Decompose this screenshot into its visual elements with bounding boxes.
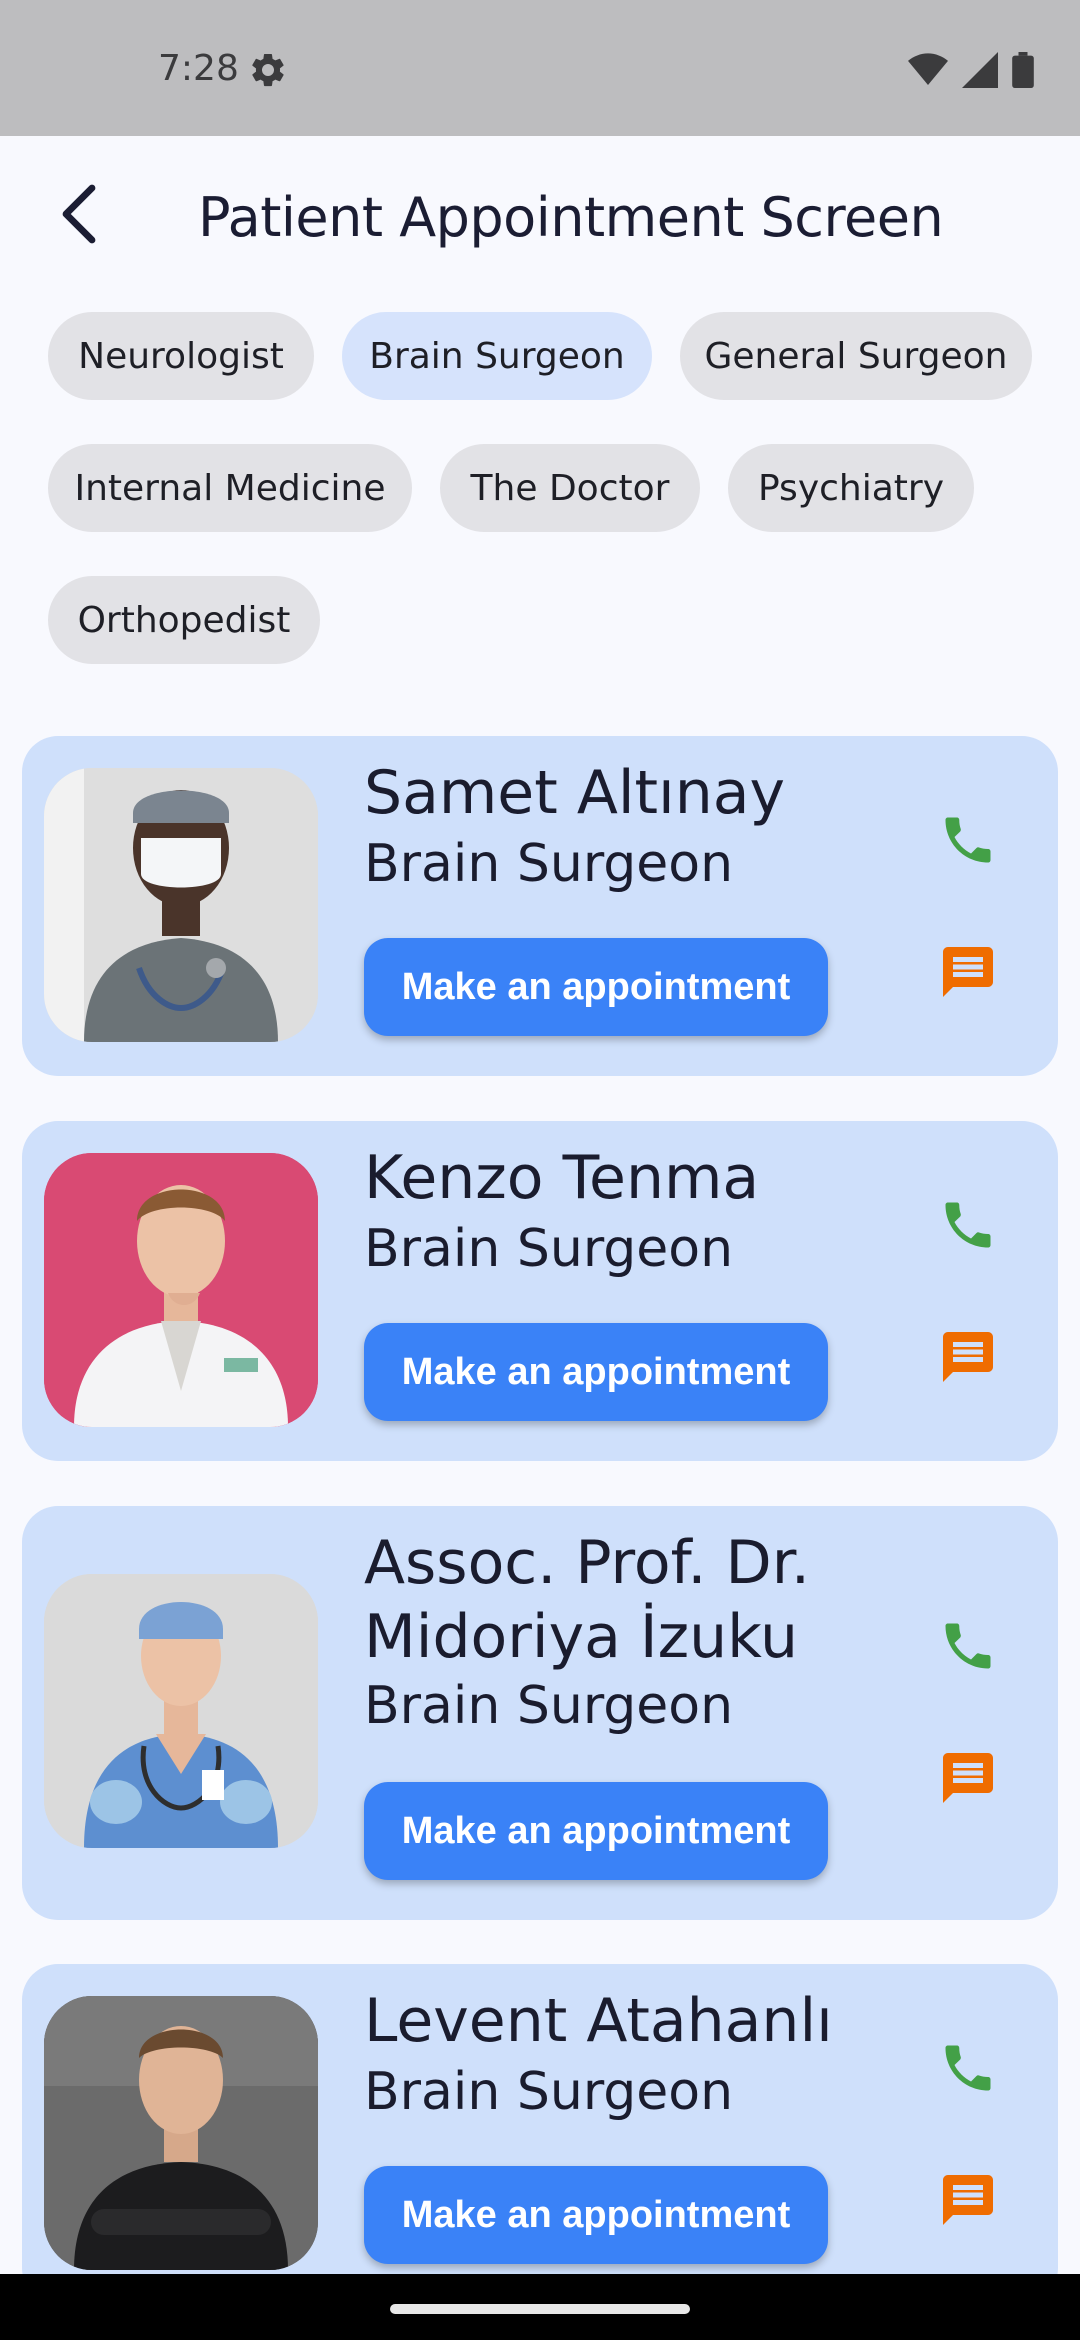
chip-psychiatry[interactable]: Psychiatry bbox=[728, 444, 974, 532]
status-bar: 7:28 bbox=[0, 0, 1080, 136]
doctor-specialty: Brain Surgeon bbox=[364, 1219, 734, 1279]
call-button[interactable] bbox=[928, 1608, 1008, 1688]
doctor-card: Levent Atahanlı Brain Surgeon Make an ap… bbox=[22, 1964, 1058, 2304]
app-bar: Patient Appointment Screen bbox=[0, 136, 1080, 296]
navigation-bar bbox=[0, 2274, 1080, 2340]
chip-the-doctor[interactable]: The Doctor bbox=[440, 444, 700, 532]
chip-internal-medicine[interactable]: Internal Medicine bbox=[48, 444, 412, 532]
message-button[interactable] bbox=[928, 1319, 1008, 1399]
message-icon bbox=[938, 1327, 998, 1392]
doctor-specialty: Brain Surgeon bbox=[364, 1676, 734, 1736]
message-icon bbox=[938, 1748, 998, 1813]
call-button[interactable] bbox=[928, 1187, 1008, 1267]
message-button[interactable] bbox=[928, 934, 1008, 1014]
page-title: Patient Appointment Screen bbox=[198, 186, 944, 249]
doctor-card: Assoc. Prof. Dr. Midoriya İzuku Brain Su… bbox=[22, 1506, 1058, 1920]
home-gesture-handle[interactable] bbox=[390, 2304, 690, 2314]
doctor-name: Kenzo Tenma bbox=[364, 1143, 760, 1213]
doctor-name: Samet Altınay bbox=[364, 758, 786, 828]
chip-neurologist[interactable]: Neurologist bbox=[48, 312, 314, 400]
chip-orthopedist[interactable]: Orthopedist bbox=[48, 576, 320, 664]
make-appointment-button[interactable]: Make an appointment bbox=[364, 2166, 828, 2264]
phone-icon bbox=[938, 1195, 998, 1260]
doctor-photo bbox=[44, 1153, 318, 1427]
arrow-back-icon bbox=[56, 184, 104, 249]
chip-general-surgeon[interactable]: General Surgeon bbox=[680, 312, 1032, 400]
status-icons bbox=[908, 52, 1034, 93]
make-appointment-button[interactable]: Make an appointment bbox=[364, 1323, 828, 1421]
message-button[interactable] bbox=[928, 1740, 1008, 1820]
doctor-photo bbox=[44, 1996, 318, 2270]
doctor-name: Levent Atahanlı bbox=[364, 1986, 833, 2056]
doctor-photo bbox=[44, 768, 318, 1042]
doctor-name: Assoc. Prof. Dr. Midoriya İzuku bbox=[364, 1528, 810, 1672]
phone-icon bbox=[938, 810, 998, 875]
chip-brain-surgeon[interactable]: Brain Surgeon bbox=[342, 312, 652, 400]
call-button[interactable] bbox=[928, 802, 1008, 882]
doctor-specialty: Brain Surgeon bbox=[364, 2062, 734, 2122]
make-appointment-button[interactable]: Make an appointment bbox=[364, 1782, 828, 1880]
settings-gear-icon bbox=[248, 50, 288, 90]
signal-icon bbox=[962, 52, 998, 93]
phone-icon bbox=[938, 2038, 998, 2103]
call-button[interactable] bbox=[928, 2030, 1008, 2110]
doctor-card: Samet Altınay Brain Surgeon Make an appo… bbox=[22, 736, 1058, 1076]
back-button[interactable] bbox=[40, 176, 120, 256]
doctor-card: Kenzo Tenma Brain Surgeon Make an appoin… bbox=[22, 1121, 1058, 1461]
status-time: 7:28 bbox=[158, 48, 239, 89]
message-button[interactable] bbox=[928, 2162, 1008, 2242]
doctor-specialty: Brain Surgeon bbox=[364, 834, 734, 894]
phone-icon bbox=[938, 1616, 998, 1681]
battery-icon bbox=[1012, 52, 1034, 93]
wifi-icon bbox=[908, 53, 948, 92]
doctor-photo bbox=[44, 1574, 318, 1848]
message-icon bbox=[938, 2170, 998, 2235]
message-icon bbox=[938, 942, 998, 1007]
make-appointment-button[interactable]: Make an appointment bbox=[364, 938, 828, 1036]
